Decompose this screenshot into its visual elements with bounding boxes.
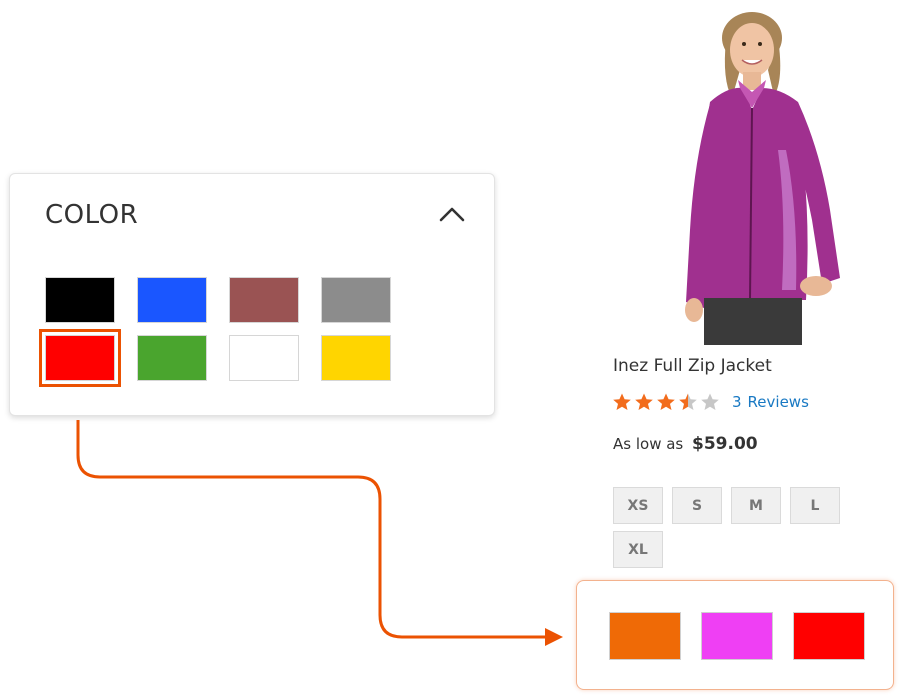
- price-prefix: As low as: [613, 435, 684, 453]
- color-swatch-gray[interactable]: [321, 277, 391, 323]
- size-option-l[interactable]: L: [790, 487, 840, 524]
- color-swatch-blue[interactable]: [137, 277, 207, 323]
- star-icon: [613, 393, 631, 410]
- rating-stars: [612, 392, 722, 412]
- color-swatch-yellow[interactable]: [321, 335, 391, 381]
- product-color-swatch-orange[interactable]: [609, 612, 681, 660]
- size-option-s[interactable]: S: [672, 487, 722, 524]
- color-filter-panel: COLOR: [9, 173, 495, 416]
- color-swatch-black[interactable]: [45, 277, 115, 323]
- star-icon: [679, 393, 697, 410]
- size-option-m[interactable]: M: [731, 487, 781, 524]
- reviews-label: Reviews: [747, 393, 809, 411]
- color-swatch-red[interactable]: [39, 329, 121, 387]
- reviews-link[interactable]: 3 Reviews: [732, 393, 815, 411]
- star-icon: [657, 393, 675, 410]
- product-price: $59.00: [692, 434, 758, 454]
- product-color-swatch-red[interactable]: [793, 612, 865, 660]
- price-row: As low as $59.00: [613, 434, 758, 454]
- star-icon: [701, 393, 719, 410]
- product-color-swatches: [576, 580, 894, 690]
- product-color-swatch-purple[interactable]: [701, 612, 773, 660]
- review-count: 3: [732, 393, 742, 411]
- color-swatch-green[interactable]: [137, 335, 207, 381]
- product-name[interactable]: Inez Full Zip Jacket: [613, 356, 772, 376]
- product-image[interactable]: [670, 10, 860, 345]
- color-swatch-brown[interactable]: [229, 277, 299, 323]
- color-swatch-white[interactable]: [229, 335, 299, 381]
- star-icon: [635, 393, 653, 410]
- color-filter-title: COLOR: [45, 200, 139, 230]
- size-option-xl[interactable]: XL: [613, 531, 663, 568]
- size-option-xs[interactable]: XS: [613, 487, 663, 524]
- product-rating: 3 Reviews: [612, 390, 815, 414]
- chevron-up-icon[interactable]: [438, 204, 466, 224]
